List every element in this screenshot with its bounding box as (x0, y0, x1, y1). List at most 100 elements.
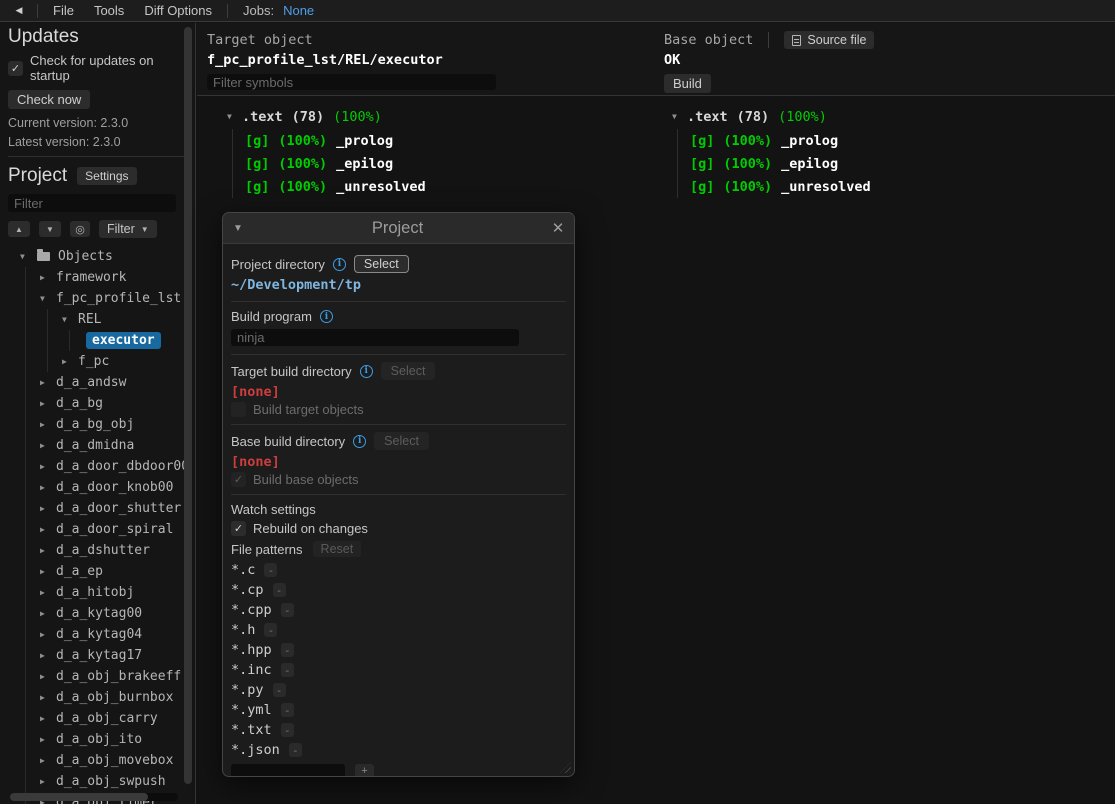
tree-filter-dropdown[interactable]: Filter ▼ (99, 220, 157, 238)
checkbox-unchecked-icon[interactable] (231, 402, 246, 417)
tree-item-selected[interactable]: executor (70, 330, 187, 351)
expand-arrow-icon[interactable]: ▼ (20, 252, 36, 261)
remove-pattern-button[interactable]: - (281, 663, 294, 677)
rebuild-on-changes-checkbox[interactable]: ✓ Rebuild on changes (231, 521, 566, 536)
tree-item[interactable]: ▶f_pc (48, 351, 187, 372)
section-header[interactable]: ▼ .text (78) (100%) (227, 105, 426, 128)
tree-label-selected[interactable]: executor (86, 332, 161, 349)
jobs-value-link[interactable]: None (283, 3, 314, 18)
tree-item[interactable]: ▶d_a_door_shutter (26, 498, 187, 519)
reset-patterns-button[interactable]: Reset (313, 541, 362, 557)
tree-item[interactable]: ▶d_a_obj_movebox (26, 750, 187, 771)
tree-item[interactable]: ▶d_a_obj_ito (26, 729, 187, 750)
info-icon[interactable]: i (333, 258, 346, 271)
target-build-select-button[interactable]: Select (381, 362, 436, 380)
tree-item[interactable]: ▶framework (26, 267, 187, 288)
expand-arrow-icon[interactable]: ▶ (40, 567, 56, 576)
source-file-button[interactable]: Source file (784, 31, 874, 49)
scrollbar-thumb[interactable] (184, 27, 192, 784)
expand-arrow-icon[interactable]: ▶ (40, 630, 56, 639)
menu-tools[interactable]: Tools (84, 3, 134, 18)
tree-item[interactable]: ▶d_a_door_dbdoor00 (26, 456, 187, 477)
collapse-arrow-icon[interactable]: ▼ (223, 223, 253, 234)
close-icon[interactable]: ✕ (542, 219, 574, 237)
sidebar-vertical-scrollbar[interactable] (184, 27, 192, 788)
tree-item[interactable]: ▶d_a_door_spiral (26, 519, 187, 540)
tree-item[interactable]: ▶d_a_ep (26, 561, 187, 582)
expand-arrow-icon[interactable]: ▶ (40, 609, 56, 618)
expand-arrow-icon[interactable]: ▶ (40, 483, 56, 492)
expand-arrow-icon[interactable]: ▶ (40, 399, 56, 408)
remove-pattern-button[interactable]: - (281, 643, 294, 657)
tree-item[interactable]: ▶d_a_obj_burnbox (26, 687, 187, 708)
expand-arrow-icon[interactable]: ▶ (40, 588, 56, 597)
tree-item[interactable]: ▼REL (48, 309, 187, 330)
tree-item[interactable]: ▶d_a_obj_brakeeff (26, 666, 187, 687)
info-icon[interactable]: i (320, 310, 333, 323)
collapse-arrow-icon[interactable]: ▼ (672, 112, 687, 121)
remove-pattern-button[interactable]: - (289, 743, 302, 757)
section-header[interactable]: ▼ .text (78) (100%) (672, 105, 871, 128)
expand-arrow-icon[interactable]: ▶ (40, 756, 56, 765)
expand-arrow-icon[interactable]: ▶ (40, 714, 56, 723)
project-directory-select-button[interactable]: Select (354, 255, 409, 273)
collapse-arrow-icon[interactable]: ▼ (227, 112, 242, 121)
remove-pattern-button[interactable]: - (281, 603, 294, 617)
tree-item[interactable]: ▶d_a_hitobj (26, 582, 187, 603)
expand-arrow-icon[interactable]: ▶ (40, 651, 56, 660)
expand-arrow-icon[interactable]: ▶ (40, 273, 56, 282)
filter-symbols-input[interactable] (207, 74, 496, 90)
check-now-button[interactable]: Check now (8, 90, 90, 109)
tree-item[interactable]: ▶d_a_door_knob00 (26, 477, 187, 498)
check-updates-startup-checkbox[interactable]: ✓ Check for updates on startup (8, 53, 187, 83)
add-pattern-button[interactable]: + (355, 764, 374, 778)
build-target-objects-checkbox[interactable]: Build target objects (231, 402, 566, 417)
symbol-row[interactable]: [g] (100%) _prolog (245, 129, 426, 152)
tree-item[interactable]: ▶d_a_bg_obj (26, 414, 187, 435)
scrollbar-thumb[interactable] (10, 793, 148, 801)
back-arrow-icon[interactable]: ◀ (6, 5, 32, 16)
expand-arrow-icon[interactable]: ▶ (40, 546, 56, 555)
symbol-row[interactable]: [g] (100%) _epilog (690, 152, 871, 175)
expand-arrow-icon[interactable]: ▶ (40, 525, 56, 534)
symbol-row[interactable]: [g] (100%) _epilog (245, 152, 426, 175)
tree-item[interactable]: ▶d_a_andsw (26, 372, 187, 393)
remove-pattern-button[interactable]: - (281, 723, 294, 737)
expand-arrow-icon[interactable]: ▶ (40, 504, 56, 513)
collapse-all-button[interactable]: ▲ (8, 221, 30, 237)
symbol-row[interactable]: [g] (100%) _unresolved (690, 175, 871, 198)
tree-item[interactable]: ▶d_a_obj_carry (26, 708, 187, 729)
symbol-row[interactable]: [g] (100%) _unresolved (245, 175, 426, 198)
build-button[interactable]: Build (664, 74, 711, 93)
expand-arrow-icon[interactable]: ▶ (40, 420, 56, 429)
expand-arrow-icon[interactable]: ▶ (40, 441, 56, 450)
symbol-row[interactable]: [g] (100%) _prolog (690, 129, 871, 152)
new-pattern-input[interactable] (231, 764, 345, 778)
checkbox-checked-icon[interactable]: ✓ (231, 521, 246, 536)
locate-object-button[interactable]: ◎ (70, 221, 90, 237)
expand-arrow-icon[interactable]: ▶ (40, 378, 56, 387)
remove-pattern-button[interactable]: - (264, 563, 277, 577)
project-settings-button[interactable]: Settings (77, 167, 136, 185)
expand-arrow-icon[interactable]: ▶ (40, 777, 56, 786)
tree-item[interactable]: ▶d_a_dshutter (26, 540, 187, 561)
expand-arrow-icon[interactable]: ▶ (40, 462, 56, 471)
info-icon[interactable]: i (353, 435, 366, 448)
tree-item[interactable]: ▶d_a_kytag17 (26, 645, 187, 666)
menu-diff-options[interactable]: Diff Options (134, 3, 222, 18)
info-icon[interactable]: i (360, 365, 373, 378)
tree-item[interactable]: ▶d_a_kytag00 (26, 603, 187, 624)
expand-arrow-icon[interactable]: ▶ (40, 693, 56, 702)
expand-arrow-icon[interactable]: ▶ (40, 735, 56, 744)
build-base-objects-checkbox[interactable]: ✓ Build base objects (231, 472, 566, 487)
tree-item[interactable]: ▼f_pc_profile_lst (26, 288, 187, 309)
expand-arrow-icon[interactable]: ▶ (62, 357, 78, 366)
checkbox-checked-icon[interactable]: ✓ (231, 472, 246, 487)
expand-all-button[interactable]: ▼ (39, 221, 61, 237)
menu-file[interactable]: File (43, 3, 84, 18)
expand-arrow-icon[interactable]: ▼ (62, 315, 78, 324)
tree-item[interactable]: ▶d_a_kytag04 (26, 624, 187, 645)
tree-item[interactable]: ▶d_a_bg (26, 393, 187, 414)
tree-item[interactable]: ▶d_a_dmidna (26, 435, 187, 456)
sidebar-horizontal-scrollbar[interactable] (10, 793, 178, 801)
